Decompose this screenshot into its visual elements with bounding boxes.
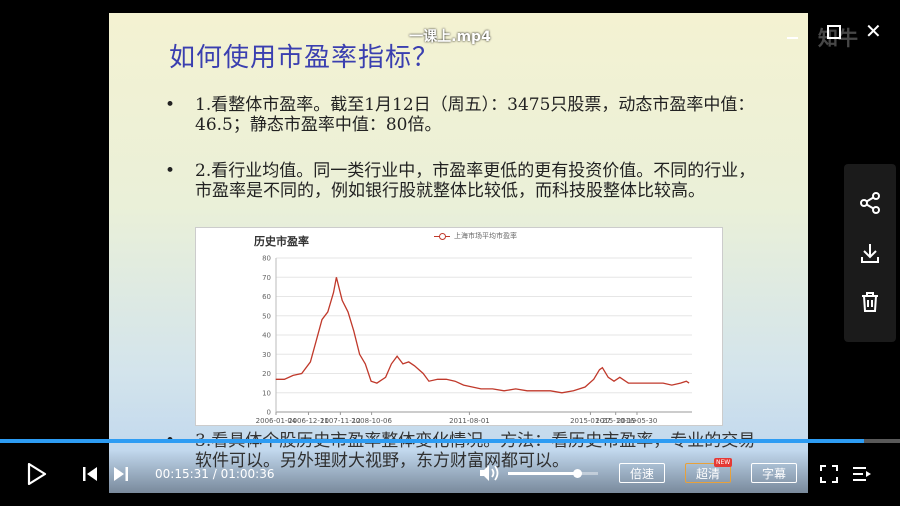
x-tick-label: 2008-10-06 bbox=[351, 417, 392, 425]
x-tick-label: 2011-08-01 bbox=[449, 417, 490, 425]
y-tick-label: 70 bbox=[262, 274, 271, 282]
volume-level bbox=[508, 472, 578, 475]
playlist-icon[interactable] bbox=[852, 465, 872, 483]
fullscreen-icon[interactable] bbox=[820, 465, 838, 483]
delete-icon[interactable] bbox=[858, 290, 882, 314]
download-icon[interactable] bbox=[858, 241, 882, 265]
progress-fill bbox=[0, 439, 864, 443]
maximize-icon[interactable] bbox=[827, 25, 841, 39]
share-icon[interactable] bbox=[858, 191, 882, 215]
bullet-mark: • bbox=[165, 95, 176, 115]
side-panel bbox=[844, 164, 896, 342]
current-time: 00:15:31 bbox=[155, 467, 209, 481]
progress-bar[interactable] bbox=[0, 439, 900, 443]
y-tick-label: 10 bbox=[262, 389, 271, 397]
total-time: 01:00:36 bbox=[220, 467, 275, 481]
y-tick-label: 80 bbox=[262, 255, 271, 263]
video-title: 一课上.mp4 bbox=[409, 29, 491, 45]
bullet-text: 1.看整体市盈率。截至1月12日（周五）：3475只股票，动态市盈率中值：46.… bbox=[195, 95, 755, 135]
time-display: 00:15:31 / 01:00:36 bbox=[155, 467, 274, 481]
new-badge: NEW bbox=[714, 458, 733, 467]
bullet-mark: • bbox=[165, 161, 176, 181]
chart-canvas: 010203040506070802006-01-042006-12-11200… bbox=[256, 255, 692, 425]
y-tick-label: 60 bbox=[262, 293, 271, 301]
prev-icon[interactable] bbox=[82, 466, 98, 482]
bullet-text: 2.看行业均值。同一类行业中，市盈率更低的更有投资价值。不同的行业，市盈率是不同… bbox=[195, 161, 756, 201]
x-tick-label: 2016-05-30 bbox=[617, 417, 658, 425]
time-separator: / bbox=[208, 467, 221, 481]
subtitle-button[interactable]: 字幕 bbox=[751, 463, 797, 483]
y-tick-label: 20 bbox=[262, 370, 271, 378]
close-icon[interactable]: ✕ bbox=[865, 19, 882, 43]
y-tick-label: 40 bbox=[262, 332, 271, 340]
volume-slider[interactable] bbox=[508, 469, 598, 478]
y-tick-label: 0 bbox=[267, 409, 271, 417]
speed-button[interactable]: 倍速 bbox=[619, 463, 665, 483]
slide: 如何使用市盈率指标？ • 1.看整体市盈率。截至1月12日（周五）：3475只股… bbox=[109, 13, 808, 493]
y-tick-label: 50 bbox=[262, 312, 271, 320]
next-icon[interactable] bbox=[113, 466, 129, 482]
volume-icon[interactable] bbox=[479, 464, 501, 482]
y-tick-label: 30 bbox=[262, 351, 271, 359]
minimize-icon[interactable] bbox=[786, 24, 800, 39]
pe-history-chart: 历史市盈率 上海市场平均市盈率 0 10 20 30 40 50 60 70 80 2006-01… bbox=[195, 227, 723, 426]
play-icon[interactable] bbox=[27, 463, 47, 485]
